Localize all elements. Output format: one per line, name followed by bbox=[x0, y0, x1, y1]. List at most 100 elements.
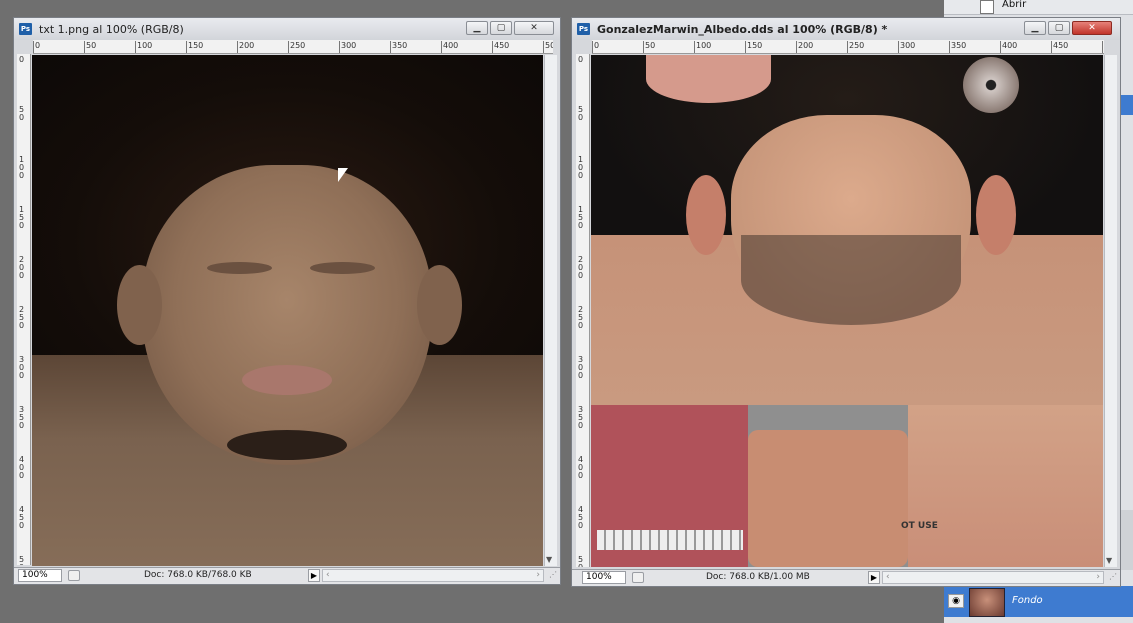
layer-row-fondo[interactable]: ◉ Fondo bbox=[944, 586, 1133, 617]
status-menu-button[interactable]: ▶ bbox=[308, 569, 320, 582]
image-canvas[interactable]: OT USE bbox=[591, 55, 1103, 567]
layer-name: Fondo bbox=[1012, 595, 1043, 606]
ruler-tick-label: 4 0 0 bbox=[19, 455, 25, 480]
document-window-albedo[interactable]: Ps GonzalezMarwin_Albedo.dds al 100% (RG… bbox=[571, 17, 1121, 587]
ruler-tick-label: 0 bbox=[19, 55, 25, 64]
horizontal-scrollbar[interactable]: ‹ › bbox=[322, 569, 544, 582]
ruler-tick-label: 150 bbox=[188, 41, 204, 50]
ruler-tick-label: 300 bbox=[900, 41, 916, 50]
scroll-down-icon[interactable]: ▼ bbox=[546, 555, 552, 564]
scroll-left-icon[interactable]: ‹ bbox=[886, 572, 890, 582]
scroll-right-icon[interactable]: › bbox=[536, 570, 540, 580]
minimize-icon: ▁ bbox=[473, 23, 481, 33]
ruler-tick-mark bbox=[441, 41, 442, 53]
ruler-tick-label: 3 0 0 bbox=[578, 355, 584, 380]
tongue-patch bbox=[646, 55, 771, 103]
maximize-button[interactable]: ▢ bbox=[1048, 21, 1070, 35]
right-eye bbox=[310, 262, 375, 274]
vertical-ruler: 0 5 0 1 0 0 1 5 0 2 0 0 2 5 0 3 0 0 3 5 0 4 0 0 4… bbox=[576, 54, 590, 567]
ruler-tick-label: 50 bbox=[86, 41, 97, 50]
ruler-tick-label: 2 0 0 bbox=[578, 255, 584, 280]
ruler-tick-mark bbox=[694, 41, 695, 53]
scroll-down-icon[interactable]: ▼ bbox=[1106, 556, 1112, 565]
ruler-tick-label: 100 bbox=[137, 41, 153, 50]
horizontal-ruler: 05010015020025030035040045050 bbox=[592, 40, 1104, 54]
ruler-tick-label: 250 bbox=[290, 41, 306, 50]
ruler-tick-label: 1 5 0 bbox=[19, 205, 25, 230]
close-button[interactable]: ✕ bbox=[514, 21, 554, 35]
right-ear bbox=[976, 175, 1016, 255]
ruler-tick-mark bbox=[339, 41, 340, 53]
photoshop-icon: Ps bbox=[577, 23, 590, 35]
left-ear bbox=[686, 175, 726, 255]
window-title: txt 1.png al 100% (RGB/8) bbox=[39, 23, 184, 36]
close-icon: ✕ bbox=[530, 23, 538, 33]
ruler-tick-mark bbox=[745, 41, 746, 53]
ruler-tick-label: 200 bbox=[239, 41, 255, 50]
ruler-tick-label: 2 5 0 bbox=[19, 305, 25, 330]
ruler-tick-label: 2 0 0 bbox=[19, 255, 25, 280]
ruler-tick-label: 3 5 0 bbox=[19, 405, 25, 430]
horizontal-ruler: 05010015020025030035040045050 bbox=[33, 40, 553, 54]
doc-info[interactable]: Doc: 768.0 KB/1.00 MB bbox=[706, 572, 810, 582]
resize-grip-icon[interactable]: ⋰ bbox=[1109, 572, 1117, 581]
vertical-scrollbar[interactable]: ▼ bbox=[1104, 55, 1117, 567]
ruler-tick-label: 0 bbox=[35, 41, 41, 50]
ruler-tick-mark bbox=[1000, 41, 1001, 53]
zoom-field[interactable]: 100% bbox=[582, 571, 626, 584]
ruler-tick-label: 2 5 0 bbox=[578, 305, 584, 330]
arm-region bbox=[908, 405, 1103, 567]
ruler-tick-label: 1 0 0 bbox=[19, 155, 25, 180]
zoom-icon[interactable] bbox=[632, 572, 644, 583]
vertical-scrollbar[interactable]: ▼ bbox=[544, 55, 557, 566]
zoom-field[interactable]: 100% bbox=[18, 569, 62, 582]
image-canvas[interactable] bbox=[32, 55, 543, 566]
minimize-icon: ▁ bbox=[1031, 23, 1039, 33]
doc-info[interactable]: Doc: 768.0 KB/768.0 KB bbox=[144, 570, 252, 580]
ruler-tick-mark bbox=[543, 41, 544, 53]
ruler-tick-mark bbox=[949, 41, 950, 53]
close-button[interactable]: ✕ bbox=[1072, 21, 1112, 35]
ruler-tick-label: 5 0 bbox=[578, 105, 584, 122]
minimize-button[interactable]: ▁ bbox=[466, 21, 488, 35]
layer-thumbnail bbox=[969, 588, 1005, 617]
eye-icon[interactable]: ◉ bbox=[948, 594, 964, 608]
goatee bbox=[227, 430, 347, 460]
window-titlebar[interactable]: Ps GonzalezMarwin_Albedo.dds al 100% (RG… bbox=[572, 18, 1120, 40]
right-ear bbox=[417, 265, 462, 345]
ruler-tick-mark bbox=[186, 41, 187, 53]
ruler-tick-mark bbox=[592, 41, 593, 53]
status-menu-button[interactable]: ▶ bbox=[868, 571, 880, 584]
face-region bbox=[142, 165, 432, 465]
ruler-tick-label: 450 bbox=[1053, 41, 1069, 50]
mouse-cursor-icon bbox=[338, 168, 348, 182]
ruler-tick-label: 5 0 0 bbox=[19, 555, 25, 566]
ruler-tick-label: 350 bbox=[951, 41, 967, 50]
document-window-txt1[interactable]: Ps txt 1.png al 100% (RGB/8) ▁ ▢ ✕ 0 50 10… bbox=[13, 17, 561, 585]
scroll-right-icon[interactable]: › bbox=[1096, 572, 1100, 582]
status-bar: 100% Doc: 768.0 KB/1.00 MB ▶ ‹ › ⋰ bbox=[572, 569, 1120, 586]
ruler-tick-label: 4 5 0 bbox=[19, 505, 25, 530]
ruler-tick-label: 1 5 0 bbox=[578, 205, 584, 230]
window-titlebar[interactable]: Ps txt 1.png al 100% (RGB/8) ▁ ▢ ✕ bbox=[14, 18, 560, 40]
ruler-tick-label: 0 bbox=[594, 41, 600, 50]
history-item-abrir[interactable]: Abrir bbox=[1002, 0, 1026, 10]
vertical-ruler: 0 5 0 1 0 0 1 5 0 2 0 0 2 5 0 3 0 0 3 5 0 4 0 0 4… bbox=[17, 54, 31, 565]
maximize-button[interactable]: ▢ bbox=[490, 21, 512, 35]
resize-grip-icon[interactable]: ⋰ bbox=[549, 570, 557, 579]
ruler-tick-mark bbox=[1051, 41, 1052, 53]
ruler-tick-mark bbox=[390, 41, 391, 53]
maximize-icon: ▢ bbox=[1054, 23, 1064, 33]
horizontal-scrollbar[interactable]: ‹ › bbox=[882, 571, 1104, 584]
minimize-button[interactable]: ▁ bbox=[1024, 21, 1046, 35]
ruler-tick-label: 450 bbox=[494, 41, 510, 50]
scroll-left-icon[interactable]: ‹ bbox=[326, 570, 330, 580]
ruler-tick-label: 200 bbox=[798, 41, 814, 50]
status-bar: 100% Doc: 768.0 KB/768.0 KB ▶ ‹ › ⋰ bbox=[14, 567, 560, 584]
hands-region bbox=[748, 430, 908, 567]
ruler-tick-label: 5 0 bbox=[19, 105, 25, 122]
zoom-icon[interactable] bbox=[68, 570, 80, 581]
ruler-tick-label: 4 5 0 bbox=[578, 505, 584, 530]
history-icon bbox=[980, 0, 994, 14]
ruler-tick-label: 150 bbox=[747, 41, 763, 50]
